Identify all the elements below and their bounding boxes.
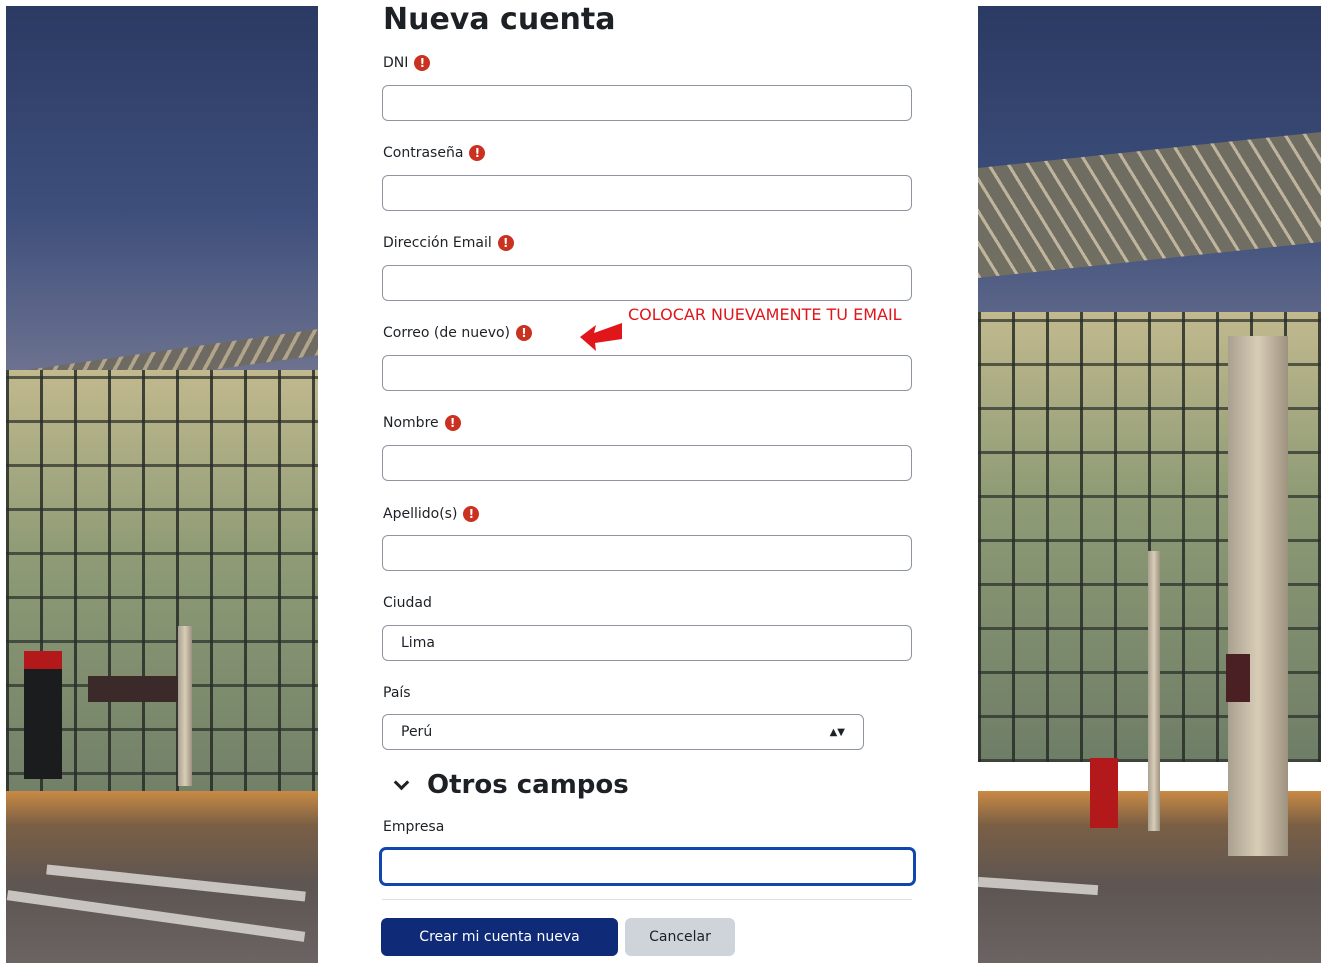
exclamation-circle-icon: ! [463, 506, 480, 522]
city-input[interactable] [382, 625, 912, 661]
email-confirm-label: Correo (de nuevo) ! [383, 325, 533, 341]
other-fields-toggle[interactable]: Otros campos [392, 770, 629, 800]
email-label: Dirección Email ! [383, 235, 514, 251]
exclamation-circle-icon: ! [516, 325, 533, 341]
dni-label-text: DNI [383, 55, 409, 71]
city-label: Ciudad [383, 595, 432, 611]
country-select-value: Perú [401, 724, 433, 740]
first-name-label-text: Nombre [383, 415, 439, 431]
company-label: Empresa [383, 819, 444, 835]
other-fields-title: Otros campos [427, 770, 629, 800]
password-label-text: Contraseña [383, 145, 464, 161]
country-select[interactable]: Perú ▲▼ [382, 714, 864, 750]
exclamation-circle-icon: ! [497, 235, 514, 251]
create-account-button[interactable]: Crear mi cuenta nueva [381, 918, 618, 956]
select-arrows-icon: ▲▼ [829, 726, 845, 738]
company-label-text: Empresa [383, 819, 445, 835]
first-name-label: Nombre ! [383, 415, 461, 431]
exclamation-circle-icon: ! [469, 145, 486, 161]
background-photo-right [978, 6, 1321, 963]
cancel-button[interactable]: Cancelar [625, 918, 735, 956]
background-photo-left [6, 6, 318, 963]
email-confirm-input[interactable] [382, 355, 912, 391]
chevron-down-icon [393, 774, 410, 790]
last-name-label: Apellido(s) ! [383, 506, 480, 522]
dni-input[interactable] [382, 85, 912, 121]
page: Nueva cuenta DNI ! Contraseña ! Direcció… [0, 0, 1321, 963]
email-input[interactable] [382, 265, 912, 301]
email-label-text: Dirección Email [383, 235, 492, 251]
city-label-text: Ciudad [383, 595, 432, 611]
password-input[interactable] [382, 175, 912, 211]
email-confirm-label-text: Correo (de nuevo) [383, 325, 511, 341]
company-input[interactable] [379, 847, 916, 886]
last-name-input[interactable] [382, 535, 912, 571]
first-name-input[interactable] [382, 445, 912, 481]
country-label-text: País [383, 685, 411, 701]
annotation-text: COLOCAR NUEVAMENTE TU EMAIL [628, 305, 902, 324]
country-label: País [383, 685, 411, 701]
password-label: Contraseña ! [383, 145, 486, 161]
dni-label: DNI ! [383, 55, 431, 71]
last-name-label-text: Apellido(s) [383, 506, 458, 522]
exclamation-circle-icon: ! [414, 55, 431, 71]
page-title: Nueva cuenta [383, 2, 616, 37]
exclamation-circle-icon: ! [444, 415, 461, 431]
form-divider [382, 899, 912, 900]
annotation-arrow-icon [580, 323, 622, 351]
